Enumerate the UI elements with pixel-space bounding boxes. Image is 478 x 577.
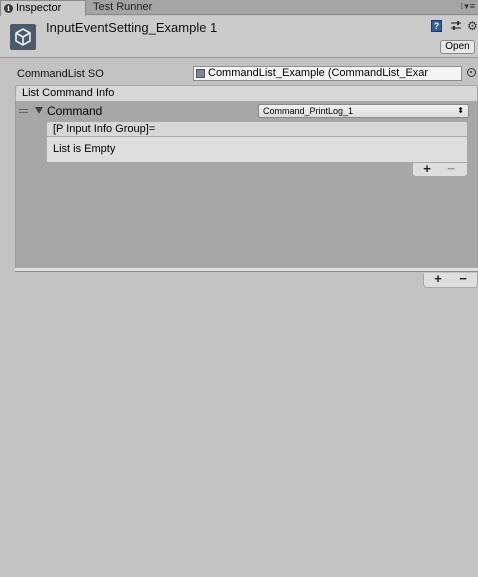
inner-add-button[interactable]: + [418,162,436,176]
tab-test-runner-label: Test Runner [93,1,153,13]
outer-list-footer: + − [423,272,478,288]
list-command-info-body: Command Command_PrintLog_1 ⬍ [P Input In… [15,102,478,268]
commandlist-object-value: CommandList_Example (CommandList_Exar [208,67,429,79]
command-label[interactable]: Command [47,104,102,118]
tab-test-runner[interactable]: Test Runner [90,0,170,15]
foldout-arrow-icon[interactable] [35,107,43,114]
list-bottom-border [15,268,478,272]
gear-icon[interactable]: ⚙ [467,20,478,32]
input-info-group-header: [P Input Info Group]= [46,121,468,137]
input-info-group-empty: List is Empty [46,137,468,163]
tab-inspector[interactable]: i Inspector [0,0,86,16]
command-dropdown-value: Command_PrintLog_1 [263,106,354,116]
inspector-header: InputEventSetting_Example 1 ? ⚙ Open [0,16,478,58]
open-button[interactable]: Open [440,40,475,54]
dropdown-arrow-icon: ⬍ [457,106,464,115]
outer-remove-button[interactable]: − [454,272,472,286]
drag-handle-icon[interactable] [19,109,28,113]
commandlist-object-field[interactable]: CommandList_Example (CommandList_Exar [193,66,462,81]
preset-icon[interactable] [450,20,461,32]
tab-inspector-label: Inspector [16,2,62,14]
list-command-info-header: List Command Info [15,85,478,102]
commandlist-so-label: CommandList SO [17,68,104,80]
tab-bar: i Inspector Test Runner ⁝▾≡ [0,0,478,16]
command-dropdown[interactable]: Command_PrintLog_1 ⬍ [258,104,469,118]
info-icon: i [4,4,13,13]
unity-logo-icon [10,24,36,50]
help-icon[interactable]: ? [431,20,442,32]
object-title: InputEventSetting_Example 1 [46,20,218,35]
tab-menu-icon[interactable]: ⁝▾≡ [460,1,476,12]
inner-remove-button[interactable]: − [442,162,460,176]
object-picker-icon[interactable] [467,68,476,77]
outer-add-button[interactable]: + [429,272,447,286]
inner-list-footer: + − [412,162,468,177]
scriptable-object-icon [196,69,205,78]
